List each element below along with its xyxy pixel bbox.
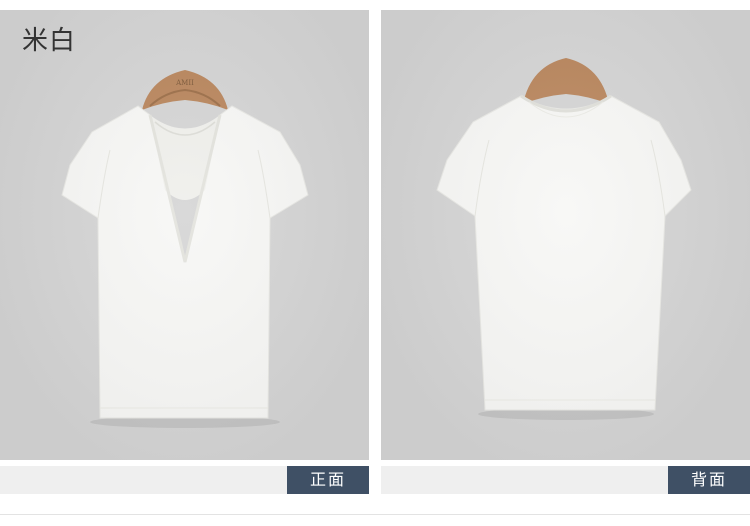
hanger-icon — [142, 70, 228, 110]
front-view-panel: 米白 AMII — [0, 10, 369, 460]
back-tshirt-image — [436, 58, 692, 420]
back-view-label: 背面 — [668, 466, 750, 494]
hanger-icon — [523, 58, 609, 104]
front-caption-bar: 正面 — [0, 466, 369, 494]
back-view-panel — [381, 10, 750, 460]
hanger-brand: AMII — [175, 79, 194, 87]
back-caption-bar: 背面 — [381, 466, 750, 494]
divider — [0, 514, 750, 515]
front-tshirt-image: AMII — [61, 70, 309, 428]
color-name: 米白 — [22, 26, 77, 56]
front-view-label: 正面 — [287, 466, 369, 494]
